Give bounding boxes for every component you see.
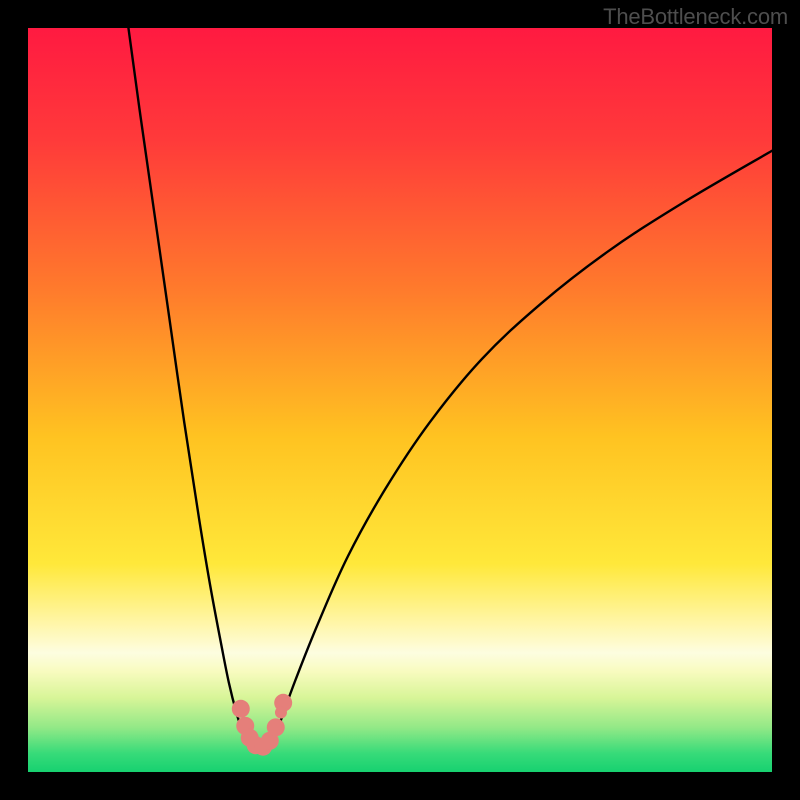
marker-dot [232, 700, 250, 718]
chart-frame [28, 28, 772, 772]
watermark-text: TheBottleneck.com [603, 4, 788, 30]
marker-dot [267, 718, 285, 736]
marker-dot [275, 706, 287, 718]
chart-svg [28, 28, 772, 772]
chart-background-gradient [28, 28, 772, 772]
